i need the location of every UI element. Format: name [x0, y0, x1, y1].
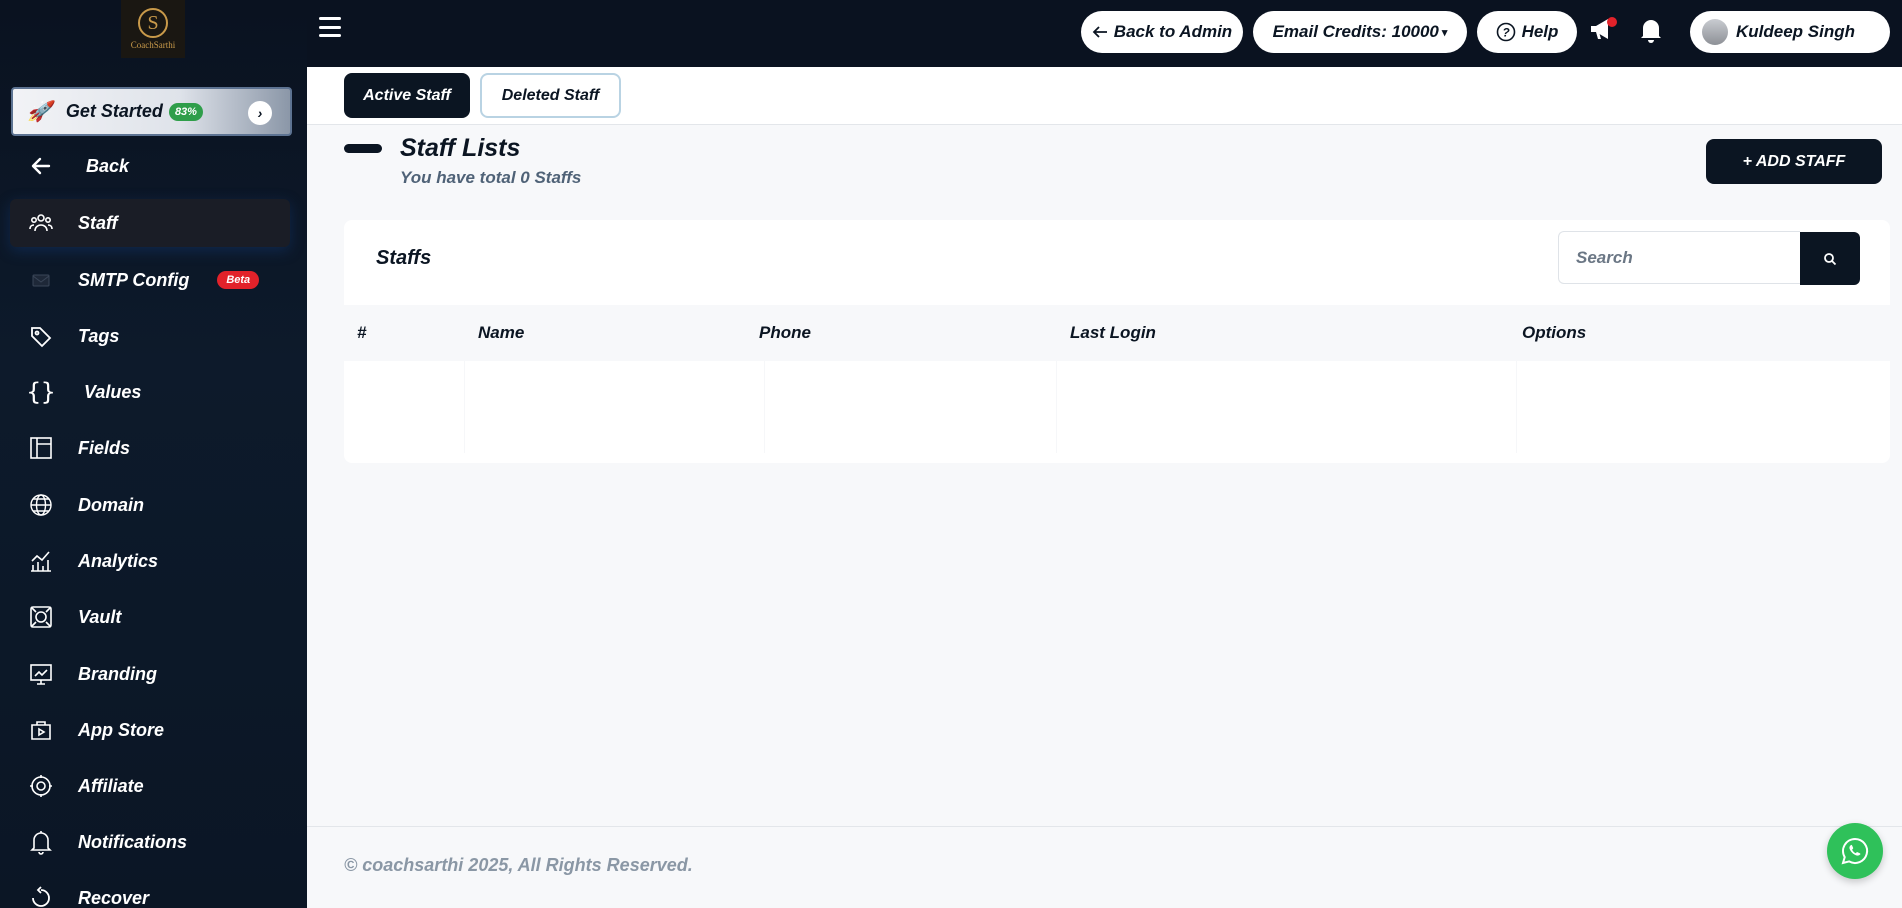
sidebar-item-fields[interactable]: Fields: [10, 424, 290, 472]
help-label: Help: [1521, 22, 1559, 41]
whatsapp-chat-button[interactable]: [1827, 823, 1883, 879]
globe-icon: [28, 492, 54, 518]
chevron-right-icon[interactable]: ›: [248, 101, 272, 125]
table-header: # Name Phone Last Login Options: [344, 305, 1890, 361]
staff-table-card: Staffs # Name Phone Last Login Options: [344, 220, 1890, 463]
beta-badge: Beta: [217, 271, 260, 289]
column-header-last-login: Last Login: [1070, 323, 1156, 342]
whatsapp-icon: [1841, 837, 1869, 865]
user-profile-menu[interactable]: Kuldeep Singh: [1690, 11, 1890, 53]
app-store-icon: [28, 717, 54, 743]
layout-icon: [28, 435, 54, 461]
sidebar-item-recover[interactable]: Recover: [10, 874, 290, 908]
sidebar-item-label: Tags: [78, 325, 120, 346]
notification-bell-icon[interactable]: [1638, 16, 1664, 44]
rocket-icon: 🚀: [27, 101, 52, 123]
sidebar-item-domain[interactable]: Domain: [10, 481, 290, 529]
sidebar-item-label: Staff: [78, 212, 118, 233]
avatar: [1702, 19, 1728, 45]
sidebar-item-values[interactable]: {} Values: [10, 368, 290, 416]
mail-icon: [28, 267, 54, 293]
vault-icon: [28, 604, 54, 630]
sidebar-item-label: Notifications: [78, 831, 188, 852]
column-divider: [1516, 361, 1517, 453]
tab-deleted-staff[interactable]: Deleted Staff: [480, 73, 621, 118]
column-divider: [1056, 361, 1057, 453]
add-staff-button[interactable]: + ADD STAFF: [1706, 139, 1882, 184]
megaphone-icon[interactable]: [1588, 14, 1618, 44]
page-subtitle: You have total 0 Staffs: [400, 168, 582, 187]
search-button[interactable]: [1800, 232, 1860, 285]
tab-active-staff[interactable]: Active Staff: [344, 73, 470, 118]
column-header-name: Name: [478, 323, 525, 342]
chart-icon: [28, 548, 54, 574]
bell-icon: [28, 829, 54, 855]
title-accent-bar: [344, 144, 382, 153]
sidebar: S CoachSarthi 🚀 Get Started 83% › Back S…: [0, 0, 307, 908]
tag-icon: [28, 323, 54, 349]
get-started-button[interactable]: 🚀 Get Started 83% ›: [11, 87, 292, 136]
recover-icon: [28, 885, 54, 908]
user-name: Kuldeep Singh: [1736, 22, 1855, 41]
back-to-admin-button[interactable]: Back to Admin: [1081, 11, 1243, 53]
logo-text: CoachSarthi: [130, 40, 176, 50]
back-to-admin-label: Back to Admin: [1113, 22, 1233, 41]
sidebar-item-label: Fields: [78, 437, 131, 458]
arrow-left-icon: [1092, 26, 1107, 38]
search-input[interactable]: [1558, 231, 1800, 284]
sidebar-item-vault[interactable]: Vault: [10, 593, 290, 641]
sidebar-item-app-store[interactable]: App Store: [10, 706, 290, 754]
sidebar-item-label: Recover: [78, 887, 150, 908]
hamburger-menu-icon[interactable]: [319, 17, 341, 37]
affiliate-icon: [28, 773, 54, 799]
column-header-number: #: [357, 323, 367, 342]
topbar: Back to Admin Email Credits: 10000 ▾ ? H…: [307, 0, 1902, 67]
arrow-left-icon: [28, 153, 54, 179]
sidebar-item-notifications[interactable]: Notifications: [10, 818, 290, 866]
progress-badge: 83%: [168, 102, 203, 121]
get-started-label: Get Started: [65, 101, 163, 121]
column-header-options: Options: [1522, 323, 1587, 342]
column-divider: [464, 361, 465, 453]
email-credits-dropdown[interactable]: Email Credits: 10000 ▾: [1253, 11, 1467, 53]
caret-down-icon: ▾: [1441, 26, 1448, 39]
svg-text:?: ?: [1502, 26, 1510, 40]
footer: © coachsarthi 2025, All Rights Reserved.: [307, 826, 1902, 908]
column-divider: [764, 361, 765, 453]
help-icon: ?: [1496, 22, 1515, 42]
column-header-phone: Phone: [759, 323, 811, 342]
braces-icon: {}: [26, 378, 56, 406]
sidebar-item-label: SMTP Config: [78, 269, 190, 290]
email-credits-label: Email Credits: 10000: [1272, 22, 1439, 41]
sidebar-item-label: Values: [84, 381, 142, 402]
sidebar-item-label: Domain: [78, 494, 145, 515]
sidebar-item-label: Analytics: [78, 550, 159, 571]
sidebar-item-label: Vault: [78, 606, 122, 627]
sidebar-item-affiliate[interactable]: Affiliate: [10, 762, 290, 810]
page-title: Staff Lists: [400, 134, 521, 162]
sidebar-item-label: Branding: [78, 663, 157, 684]
search-icon: [1824, 252, 1837, 265]
sidebar-item-analytics[interactable]: Analytics: [10, 537, 290, 585]
team-icon: [28, 210, 54, 236]
copyright-text: © coachsarthi 2025, All Rights Reserved.: [344, 855, 693, 875]
help-button[interactable]: ? Help: [1477, 11, 1577, 53]
card-title: Staffs: [376, 247, 432, 269]
sidebar-item-label: Back: [86, 155, 130, 176]
logo[interactable]: S CoachSarthi: [121, 0, 185, 58]
staff-tabs: Active Staff Deleted Staff: [307, 67, 1902, 125]
sidebar-item-label: Affiliate: [78, 775, 144, 796]
branding-icon: [28, 661, 54, 687]
sidebar-item-staff[interactable]: Staff: [10, 199, 290, 247]
sidebar-item-tags[interactable]: Tags: [10, 312, 290, 360]
sidebar-item-label: App Store: [78, 719, 165, 740]
sidebar-item-back[interactable]: Back: [10, 142, 290, 190]
sidebar-item-smtp-config[interactable]: SMTP Config Beta: [10, 256, 290, 304]
sidebar-item-branding[interactable]: Branding: [10, 650, 290, 698]
